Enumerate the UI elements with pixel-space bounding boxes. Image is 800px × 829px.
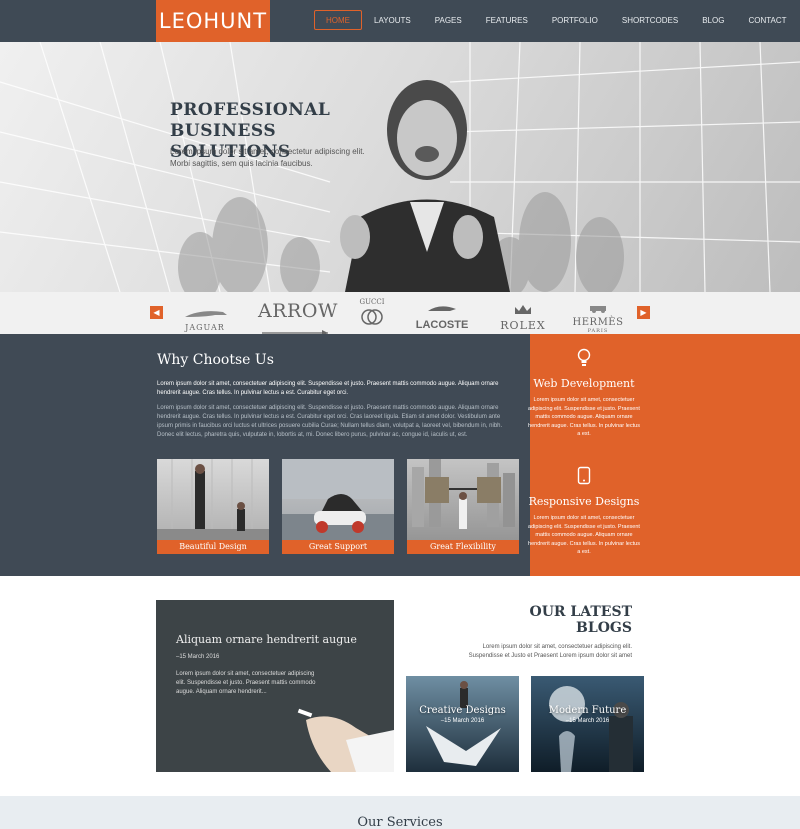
- services-title: Our Services: [357, 815, 443, 829]
- side-services-panel: Web Development Lorem ipsum dolor sit am…: [528, 334, 800, 576]
- top-nav: LEOHUNT HOME LAYOUTS PAGES FEATURES PORT…: [0, 0, 800, 42]
- menu-item-portfolio[interactable]: PORTFOLIO: [540, 10, 610, 30]
- service-title: Web Development: [533, 377, 635, 390]
- service-text: Lorem ipsum dolor sit amet, consectetuer…: [528, 397, 640, 437]
- our-services-section: Our Services: [0, 796, 800, 829]
- blog-card-title: Modern Future: [548, 705, 627, 716]
- logo[interactable]: LEOHUNT: [156, 0, 270, 42]
- crown-logo-icon: [515, 305, 531, 314]
- brand-carousel: ◀ JAGUAR ARROW GUCCI LACOSTE ROLEX HERMÈ…: [0, 292, 800, 336]
- tablet-icon: [577, 466, 591, 485]
- paper-boat-illustration: [406, 676, 519, 772]
- menu-item-shortcodes[interactable]: SHORTCODES: [610, 10, 690, 30]
- why-title: Why Chootse Us: [157, 352, 274, 368]
- gucci-logo-icon: [361, 309, 383, 325]
- featured-blog-title[interactable]: Aliquam ornare hendrerit augue: [176, 633, 357, 646]
- featured-blog-date: –15 March 2016: [176, 654, 220, 660]
- feature-card-great-flexibility[interactable]: Great Flexibility: [407, 459, 519, 554]
- menu-item-contact[interactable]: CONTACT: [736, 10, 798, 30]
- featured-blog-post[interactable]: Aliquam ornare hendrerit augue –15 March…: [156, 600, 394, 772]
- crocodile-logo-icon: [428, 306, 456, 311]
- hero-text: Lorem ipsum dolor sit amet, consectetur …: [170, 147, 365, 168]
- brand-hermes[interactable]: HERMÈS PARIS: [572, 298, 624, 334]
- service-web-development[interactable]: Web Development Lorem ipsum dolor sit am…: [528, 348, 640, 439]
- blog-card-date: –15 March 2016: [565, 718, 610, 724]
- feature-card-caption: Beautiful Design: [157, 540, 269, 554]
- service-responsive-designs[interactable]: Responsive Designs Lorem ipsum dolor sit…: [528, 466, 640, 557]
- jaguar-logo-icon: [185, 311, 227, 317]
- featured-blog-excerpt: Lorem ipsum dolor sit amet, consectetuer…: [176, 671, 316, 695]
- feature-card-caption: Great Support: [282, 540, 394, 554]
- hero-banner: PROFESSIONAL BUSINESS SOLUTIONS Lorem ip…: [0, 42, 800, 292]
- brand-jaguar[interactable]: JAGUAR: [175, 304, 235, 332]
- hero-title-line1: PROFESSIONAL: [170, 100, 331, 120]
- brand-rolex[interactable]: ROLEX: [495, 300, 551, 332]
- blog-card-modern-future[interactable]: Modern Future –15 March 2016: [531, 676, 644, 772]
- building-background: [0, 42, 800, 292]
- service-title: Responsive Designs: [528, 495, 640, 508]
- blog-card-creative-designs[interactable]: Creative Designs –15 March 2016: [406, 676, 519, 772]
- feature-card-great-support[interactable]: Great Support: [282, 459, 394, 554]
- why-choose-us-section: Why Chootse Us Lorem ipsum dolor sit ame…: [0, 334, 530, 576]
- globe-hand-illustration: [531, 676, 644, 772]
- brand-gucci[interactable]: GUCCI: [355, 298, 389, 330]
- carousel-next-button[interactable]: ▶: [637, 306, 650, 319]
- latest-blogs-text: Lorem ipsum dolor sit amet, consectetuer…: [468, 644, 632, 659]
- blog-card-date: –15 March 2016: [440, 718, 485, 724]
- why-intro: Lorem ipsum dolor sit amet, consectetuer…: [157, 381, 499, 396]
- brand-lacoste[interactable]: LACOSTE: [410, 300, 474, 331]
- latest-blogs-title: OUR LATEST BLOGS: [470, 604, 632, 636]
- why-text: Lorem ipsum dolor sit amet, consectetuer…: [157, 405, 503, 438]
- feature-card-caption: Great Flexibility: [407, 540, 519, 554]
- carriage-logo-icon: [590, 306, 606, 313]
- latest-title-line2: BLOGS: [576, 620, 632, 636]
- feature-card-beautiful-design[interactable]: Beautiful Design: [157, 459, 269, 554]
- carousel-prev-button[interactable]: ◀: [150, 306, 163, 319]
- lightbulb-icon: [577, 348, 591, 366]
- menu-item-layouts[interactable]: LAYOUTS: [362, 10, 423, 30]
- latest-title-line1: OUR LATEST: [529, 604, 632, 620]
- menu-item-home[interactable]: HOME: [314, 10, 362, 30]
- menu-item-blog[interactable]: BLOG: [690, 10, 736, 30]
- service-text: Lorem ipsum dolor sit amet, consectetuer…: [528, 515, 640, 555]
- main-menu: HOME LAYOUTS PAGES FEATURES PORTFOLIO SH…: [314, 10, 799, 32]
- menu-item-pages[interactable]: PAGES: [423, 10, 474, 30]
- blog-card-title: Creative Designs: [419, 705, 506, 716]
- menu-item-features[interactable]: FEATURES: [474, 10, 540, 30]
